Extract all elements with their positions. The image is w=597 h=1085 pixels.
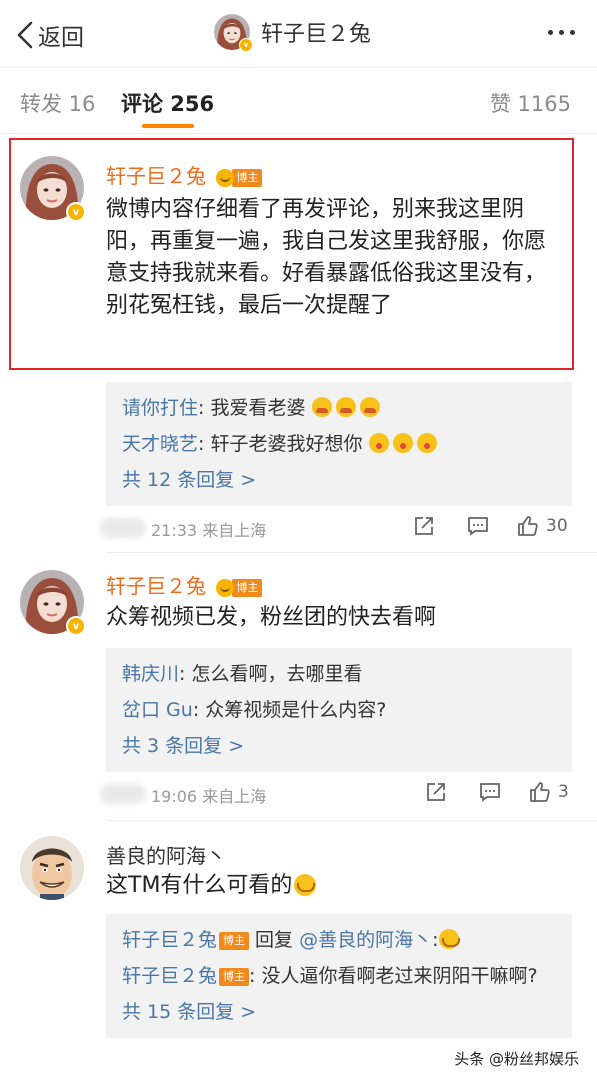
blogger-badge-label: 博主 xyxy=(219,931,250,950)
comment-meta: 21:33 来自上海 30 xyxy=(100,512,576,546)
shushing-face-icon xyxy=(294,874,317,896)
like-count: 30 xyxy=(546,516,568,536)
comment-author-name[interactable]: 善良的阿海丶 xyxy=(106,840,226,869)
active-tab-indicator xyxy=(142,124,194,128)
reply-item[interactable]: 岔口 Gu: 众筹视频是什么内容? xyxy=(122,692,556,728)
blogger-badge: 博主 xyxy=(219,931,250,951)
comment-author-name: 轩子巨２兔 xyxy=(106,574,206,598)
share-button[interactable] xyxy=(412,514,436,538)
verified-badge-icon: v xyxy=(66,616,86,636)
reply-item[interactable]: 天才晓艺: 轩子老婆我好想你 xyxy=(122,426,556,462)
reply-button[interactable] xyxy=(466,514,490,538)
reply-box: 韩庆川: 怎么看啊，去哪里看 岔口 Gu: 众筹视频是什么内容? 共 3 条回复… xyxy=(106,648,572,772)
highlight-frame xyxy=(9,138,574,370)
cartoon-avatar-icon xyxy=(20,836,84,900)
avatar[interactable] xyxy=(20,836,84,900)
reply-box: 请你打住: 我爱看老婆 天才晓艺: 轩子老婆我好想你 共 12 条回复 > xyxy=(106,382,572,506)
crying-face-icon xyxy=(335,397,356,417)
reply-text: : 众筹视频是什么内容? xyxy=(192,699,387,721)
view-more-replies-link[interactable]: 共 3 条回复 > xyxy=(122,728,556,764)
comment-text-content: 这TM有什么可看的 xyxy=(106,873,293,898)
tab-likes[interactable]: 赞 1165 xyxy=(490,88,571,118)
verified-badge-icon: v xyxy=(239,38,253,52)
reply-text: : 我爱看老婆 xyxy=(198,397,306,419)
divider xyxy=(106,820,597,821)
like-button[interactable]: 3 xyxy=(528,780,569,804)
comment-icon xyxy=(480,783,500,802)
reply-author[interactable]: 请你打住 xyxy=(122,397,198,419)
avatar[interactable]: v xyxy=(214,14,253,52)
reply-author[interactable]: 轩子巨２兔 xyxy=(122,965,217,987)
reply-text: : xyxy=(432,929,439,951)
reply-author[interactable]: 韩庆川 xyxy=(122,663,179,685)
reply-author[interactable]: 轩子巨２兔 xyxy=(122,929,217,951)
crying-face-icon xyxy=(359,397,380,417)
reply-item[interactable]: 轩子巨２兔 博主 回复 @善良的阿海丶: xyxy=(122,922,556,958)
like-button[interactable]: 30 xyxy=(516,514,568,538)
comment-icon xyxy=(468,517,488,536)
back-button[interactable]: 返回 xyxy=(14,18,84,52)
reply-author[interactable]: 天才晓艺 xyxy=(122,433,198,455)
reply-item[interactable]: 轩子巨２兔 博主: 没人逼你看啊老过来阴阳干嘛啊? xyxy=(122,958,556,994)
share-icon xyxy=(415,517,433,535)
kiss-face-icon xyxy=(416,433,437,453)
comment-time: 21:33 来自上海 xyxy=(151,521,267,540)
redacted-blur xyxy=(100,518,146,538)
reply-button[interactable] xyxy=(478,780,502,804)
view-more-replies-link[interactable]: 共 15 条回复 > xyxy=(122,994,556,1030)
tab-comments[interactable]: 评论 256 xyxy=(121,88,214,118)
top-nav-bar: 返回 v 轩子巨２兔 xyxy=(0,0,597,68)
divider xyxy=(106,552,597,553)
reply-text: : 怎么看啊，去哪里看 xyxy=(179,663,363,685)
page-title: 轩子巨２兔 xyxy=(261,22,372,47)
kiss-face-icon xyxy=(392,433,413,453)
kiss-face-icon xyxy=(368,433,389,453)
more-options-icon[interactable] xyxy=(548,30,575,35)
reply-box: 轩子巨２兔 博主 回复 @善良的阿海丶: 轩子巨２兔 博主: 没人逼你看啊老过来阴阳… xyxy=(106,914,572,1038)
share-button[interactable] xyxy=(424,780,448,804)
blogger-badge: 博主 xyxy=(216,578,263,598)
comment-author[interactable]: 轩子巨２兔 博主 xyxy=(106,570,263,599)
reply-author[interactable]: 岔口 Gu xyxy=(122,699,193,721)
reply-item[interactable]: 韩庆川: 怎么看啊，去哪里看 xyxy=(122,656,556,692)
shushing-face-icon xyxy=(438,929,460,949)
reply-mid-text: 回复 xyxy=(249,929,300,951)
crying-face-icon xyxy=(311,397,332,417)
share-icon xyxy=(427,783,445,801)
avatar[interactable]: v xyxy=(20,570,86,636)
redacted-blur xyxy=(100,784,146,804)
blogger-badge: 博主 xyxy=(219,967,250,987)
reply-item[interactable]: 请你打住: 我爱看老婆 xyxy=(122,390,556,426)
like-count: 3 xyxy=(558,782,569,802)
back-label: 返回 xyxy=(38,25,84,51)
comment-text: 众筹视频已发，粉丝团的快去看啊 xyxy=(106,605,437,630)
nav-user[interactable]: v 轩子巨２兔 xyxy=(214,14,372,52)
tab-reposts[interactable]: 转发 16 xyxy=(20,88,95,118)
thumbs-up-icon xyxy=(518,516,538,536)
view-more-replies-link[interactable]: 共 12 条回复 > xyxy=(122,462,556,498)
blogger-face-icon xyxy=(216,578,235,597)
comment-meta: 19:06 来自上海 3 xyxy=(100,778,576,812)
tab-bar: 转发 16 评论 256 赞 1165 xyxy=(0,68,597,134)
mention-link[interactable]: @善良的阿海丶 xyxy=(299,929,432,951)
comment-time: 19:06 来自上海 xyxy=(151,787,267,806)
reply-text: : 轩子老婆我好想你 xyxy=(198,433,363,455)
blogger-badge-label: 博主 xyxy=(232,578,263,597)
comment-text: 这TM有什么可看的 xyxy=(106,870,566,902)
watermark: 头条 @粉丝邦娱乐 xyxy=(450,1046,583,1071)
thumbs-up-icon xyxy=(530,782,550,802)
reply-text: : 没人逼你看啊老过来阴阳干嘛啊? xyxy=(249,965,538,987)
blogger-badge-label: 博主 xyxy=(219,967,250,986)
chevron-left-icon xyxy=(17,21,33,49)
